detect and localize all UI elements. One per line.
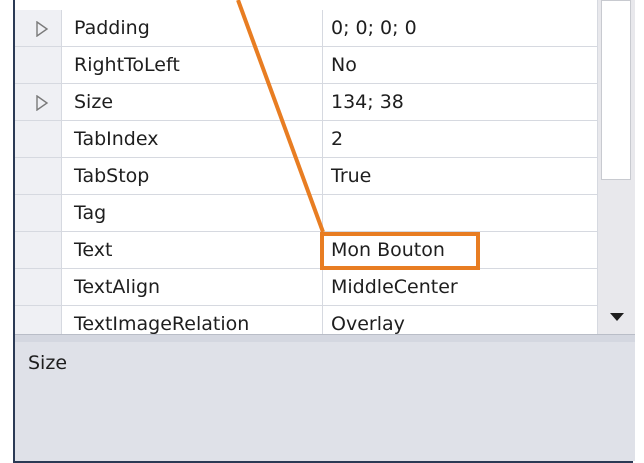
annotation-highlight-box [320,232,480,270]
scroll-down-button[interactable] [598,300,636,334]
property-grid: Padding 0; 0; 0; 0 RightToLeft No Size 1… [15,0,597,334]
property-name: TextAlign [74,276,161,298]
property-value[interactable]: Overlay [331,306,405,334]
property-name: TextImageRelation [74,313,250,334]
row-gutter [15,269,62,305]
expand-triangle-icon[interactable] [35,95,49,111]
column-divider[interactable] [322,306,323,334]
property-value[interactable]: No [331,47,357,83]
description-splitter[interactable] [15,334,635,342]
property-row-padding[interactable]: Padding 0; 0; 0; 0 [15,10,597,47]
column-divider[interactable] [322,195,323,231]
property-name: TabStop [74,165,150,187]
row-gutter [15,10,62,46]
property-name: Tag [74,202,107,224]
property-value[interactable]: 134; 38 [331,84,404,120]
description-title: Size [28,352,68,374]
row-gutter [15,84,62,120]
property-name: TabIndex [74,128,159,150]
property-row-size[interactable]: Size 134; 38 [15,84,597,121]
description-panel: Size [15,342,635,461]
property-name: Size [74,91,114,113]
row-gutter [15,232,62,268]
property-value[interactable]: MiddleCenter [331,269,458,305]
property-row-tabstop[interactable]: TabStop True [15,158,597,195]
property-name: RightToLeft [74,54,180,76]
column-divider[interactable] [322,269,323,305]
column-divider[interactable] [322,84,323,120]
property-row-textalign[interactable]: TextAlign MiddleCenter [15,269,597,306]
property-name: Text [74,239,113,261]
vertical-scrollbar[interactable] [597,0,635,334]
property-value[interactable]: True [331,158,371,194]
property-value[interactable]: 2 [331,121,343,157]
row-gutter [15,158,62,194]
column-divider[interactable] [322,10,323,46]
column-divider[interactable] [322,158,323,194]
row-gutter [15,47,62,83]
row-gutter [15,121,62,157]
property-row-tabindex[interactable]: TabIndex 2 [15,121,597,158]
row-gutter [15,195,62,231]
property-row-tag[interactable]: Tag [15,195,597,232]
property-row-righttoleft[interactable]: RightToLeft No [15,47,597,84]
scrollbar-thumb[interactable] [601,0,631,180]
property-value[interactable]: 0; 0; 0; 0 [331,10,417,46]
column-divider[interactable] [322,47,323,83]
row-gutter [15,306,62,334]
property-row-text[interactable]: Text Mon Bouton [15,232,597,269]
expand-triangle-icon[interactable] [35,21,49,37]
scroll-down-arrow-icon [610,313,624,321]
property-row-textimagerelation[interactable]: TextImageRelation Overlay [15,306,597,334]
column-divider[interactable] [322,121,323,157]
property-name: Padding [74,17,150,39]
